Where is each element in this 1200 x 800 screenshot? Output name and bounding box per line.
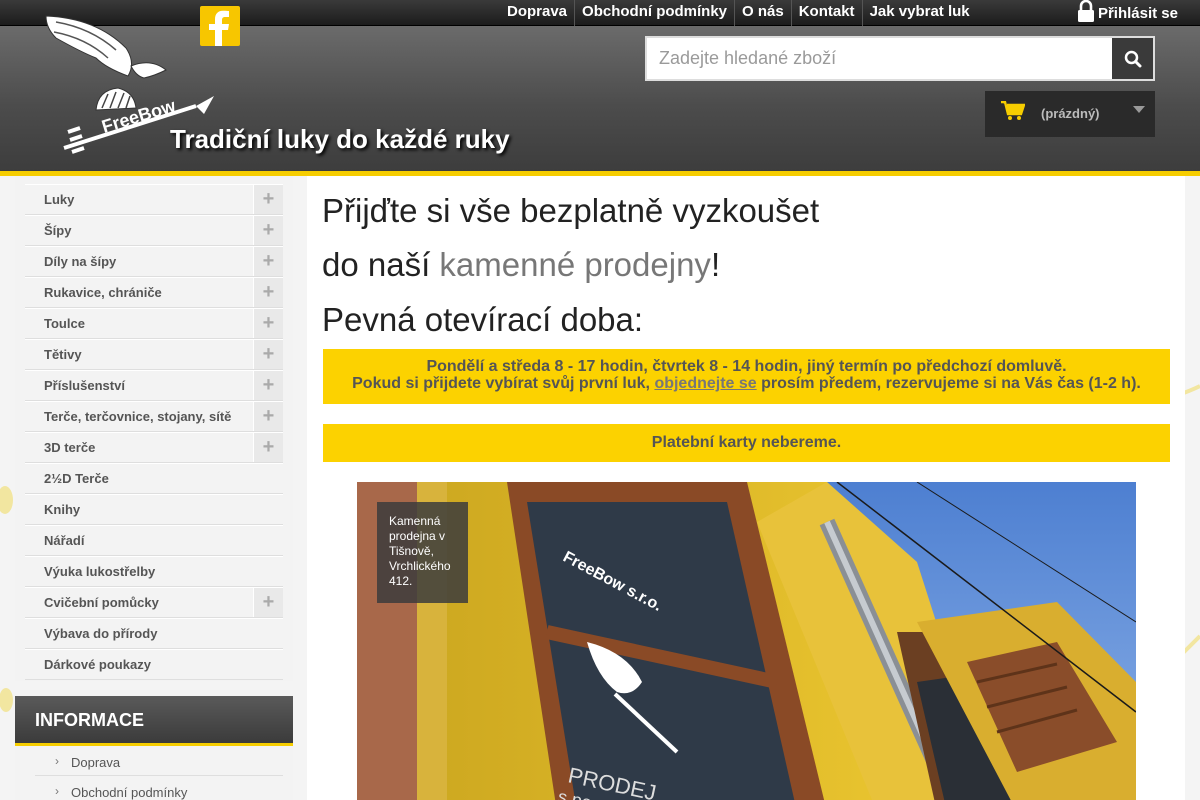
category-item[interactable]: Cvičební pomůcky + [25, 587, 283, 618]
topnav-link-o-nas[interactable]: O nás [735, 0, 792, 26]
category-label: Knihy [44, 502, 81, 517]
expand-plus-icon[interactable]: + [253, 340, 283, 369]
background-swoosh [0, 486, 13, 712]
facebook-icon [209, 10, 229, 46]
category-item[interactable]: Šípy + [25, 215, 283, 246]
cart-icon [1001, 101, 1025, 120]
category-list: Luky + Šípy + Díly na šípy + Rukavice, chránič… [25, 184, 283, 680]
facebook-button[interactable] [200, 6, 240, 46]
heading-store: do naší kamenné prodejny! [322, 246, 720, 284]
category-item[interactable]: Luky + [25, 184, 283, 215]
category-item[interactable]: Nářadí [25, 525, 283, 556]
heading-store-pre: do naší [322, 246, 440, 283]
heading-store-post: ! [710, 246, 721, 283]
category-item[interactable]: Díly na šípy + [25, 246, 283, 277]
first-bow-notice: Pokud si přijdete vybírat svůj první luk… [352, 375, 1141, 392]
category-label: 3D terče [44, 440, 96, 455]
category-item[interactable]: Dárkové poukazy [25, 649, 283, 680]
expand-plus-icon[interactable]: + [253, 588, 283, 617]
expand-plus-icon[interactable]: + [253, 309, 283, 338]
order-link[interactable]: objednejte se [654, 375, 756, 392]
category-sidebar: Luky + Šípy + Díly na šípy + Rukavice, chránič… [15, 176, 293, 681]
login-label: Přihlásit se [1097, 4, 1178, 22]
category-item[interactable]: Výuka lukostřelby [25, 556, 283, 587]
search-input[interactable] [647, 38, 1112, 79]
search-button[interactable] [1112, 38, 1153, 79]
expand-plus-icon[interactable]: + [253, 402, 283, 431]
store-photo-image: FreeBow s.r.o. PRODEJ s po [357, 482, 1136, 800]
expand-plus-icon[interactable]: + [253, 216, 283, 245]
category-item[interactable]: Tětivy + [25, 339, 283, 370]
category-label: Šípy [44, 223, 72, 238]
category-label: Terče, terčovnice, stojany, sítě [44, 409, 232, 424]
category-item[interactable]: Příslušenství + [25, 370, 283, 401]
cart-status: (prázdný) [1041, 106, 1100, 121]
category-label: Výuka lukostřelby [44, 564, 156, 579]
category-label: Dárkové poukazy [44, 657, 151, 672]
no-cards-notice: Platební karty nebereme. [323, 424, 1170, 462]
category-label: 2½D Terče [44, 471, 109, 486]
category-item[interactable]: Terče, terčovnice, stojany, sítě + [25, 401, 283, 432]
expand-plus-icon[interactable]: + [253, 247, 283, 276]
category-item[interactable]: 2½D Terče [25, 463, 283, 494]
top-navigation: Doprava Obchodní podmínky O nás Kontakt … [500, 0, 977, 26]
category-label: Tětivy [44, 347, 82, 362]
category-label: Rukavice, chrániče [44, 285, 162, 300]
category-item[interactable]: Výbava do přírody [25, 618, 283, 649]
expand-plus-icon[interactable]: + [253, 185, 283, 214]
category-label: Díly na šípy [44, 254, 117, 269]
category-item[interactable]: 3D terče + [25, 432, 283, 463]
category-label: Příslušenství [44, 378, 125, 393]
info-link-doprava[interactable]: › Doprava [35, 746, 283, 776]
cart-dropdown[interactable]: (prázdný) [985, 91, 1155, 137]
login-link[interactable]: Přihlásit se [1077, 0, 1178, 26]
heading-opening-hours: Pevná otevírací doba: [322, 301, 644, 338]
site-slogan: Tradiční luky do každé ruky [170, 124, 510, 154]
category-item[interactable]: Toulce + [25, 308, 283, 339]
topnav-link-jak-vybrat-luk[interactable]: Jak vybrat luk [863, 0, 977, 26]
info-link-obchodni-podminky[interactable]: › Obchodní podmínky [35, 776, 283, 800]
search-icon [1124, 50, 1141, 67]
chevron-right-icon: › [55, 754, 59, 768]
topnav-link-obchodni-podminky[interactable]: Obchodní podmínky [575, 0, 736, 26]
expand-plus-icon[interactable]: + [253, 371, 283, 400]
category-label: Toulce [44, 316, 85, 331]
topnav-link-kontakt[interactable]: Kontakt [792, 0, 863, 26]
store-link[interactable]: kamenné prodejny [439, 246, 711, 283]
opening-hours-notice: Pondělí a středa 8 - 17 hodin, čtvrtek 8… [323, 349, 1170, 404]
topnav-link-doprava[interactable]: Doprava [500, 0, 576, 26]
expand-plus-icon[interactable]: + [253, 278, 283, 307]
chevron-right-icon: › [55, 784, 59, 798]
info-block: INFORMACE › Doprava › Obchodní podmínky [15, 696, 293, 800]
heading-try-for-free: Přijďte si vše bezplatně vyzkoušet [322, 192, 820, 229]
info-block-title: INFORMACE [15, 696, 293, 746]
main-content: Přijďte si vše bezplatně vyzkoušet do na… [307, 176, 1185, 800]
lock-icon [1077, 0, 1094, 22]
expand-plus-icon[interactable]: + [253, 433, 283, 462]
category-item[interactable]: Knihy [25, 494, 283, 525]
opening-hours-text: Pondělí a středa 8 - 17 hodin, čtvrtek 8… [426, 358, 1067, 375]
caret-down-icon [1133, 106, 1145, 113]
header-accent-stripe [0, 171, 1200, 176]
info-link-label: Doprava [71, 755, 121, 770]
category-label: Výbava do přírody [44, 626, 158, 641]
category-label: Nářadí [44, 533, 85, 548]
category-item[interactable]: Rukavice, chrániče + [25, 277, 283, 308]
category-label: Cvičební pomůcky [44, 595, 159, 610]
category-label: Luky [44, 192, 75, 207]
info-link-label: Obchodní podmínky [71, 785, 188, 800]
photo-caption: Kamenná prodejna v Tišnově, Vrchlického … [377, 502, 468, 603]
store-photo: FreeBow s.r.o. PRODEJ s po Kamenná prode… [357, 482, 1136, 800]
search-bar [645, 36, 1155, 81]
